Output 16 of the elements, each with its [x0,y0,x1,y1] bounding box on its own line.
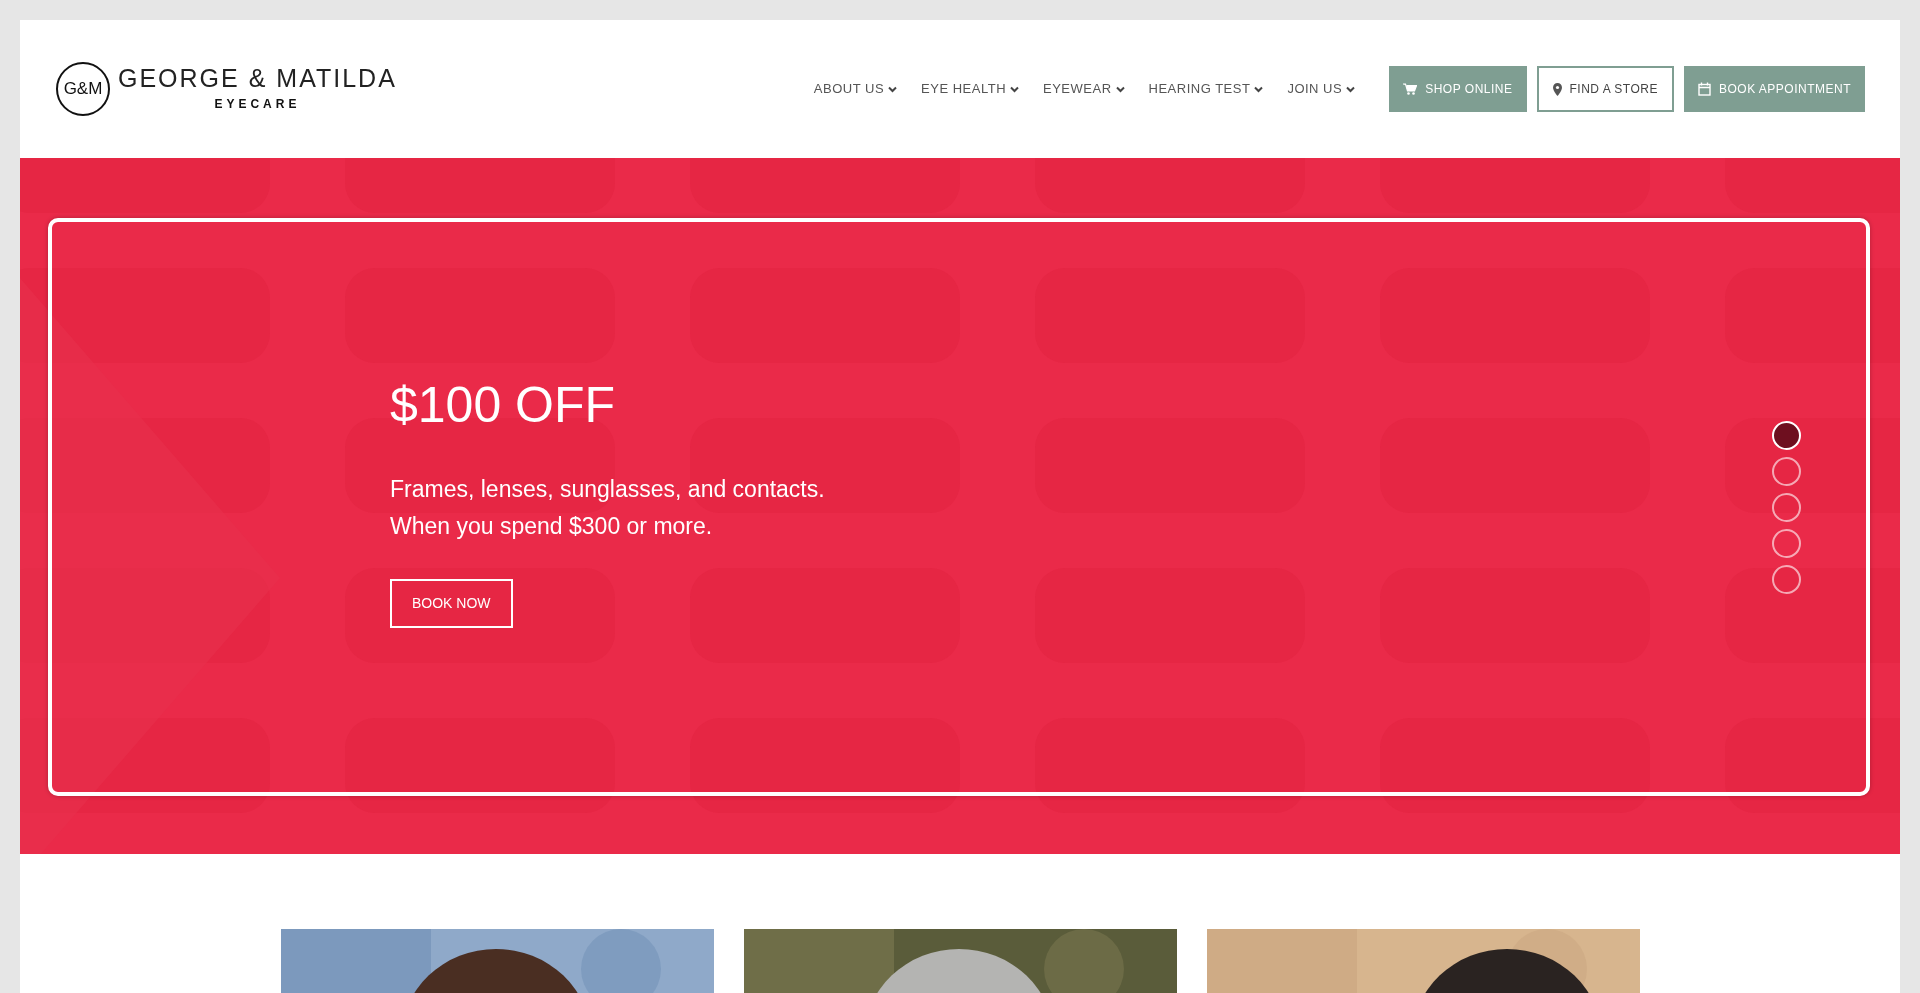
promo-text: When you spend $300 or more. [390,512,714,541]
nav-menu-item[interactable]: ABOUT US [813,71,898,107]
cart-icon [1403,83,1418,95]
nav-menu-item[interactable]: JOIN US [1287,71,1356,107]
logo-tagline: EYECARE [213,95,302,113]
calendar-icon [1697,82,1711,96]
book-now-button[interactable]: BOOK NOW [390,579,513,628]
header-action-button[interactable]: FIND A STORE [1536,66,1674,112]
logo-wordmark[interactable]: GEORGE & MATILDA [118,65,397,91]
nav-menu-item[interactable]: EYEWEAR [1043,71,1125,107]
promo-text: Frames, lenses, sunglasses, and contacts. [390,475,825,504]
map-pin-icon [1552,82,1562,96]
nav-menu-item[interactable]: HEARING TEST [1148,71,1264,107]
nav-menu-item[interactable]: EYE HEALTH [921,71,1020,107]
promo-title: $100 OFF [390,378,617,433]
logo-monogram[interactable]: G&M [56,62,110,116]
